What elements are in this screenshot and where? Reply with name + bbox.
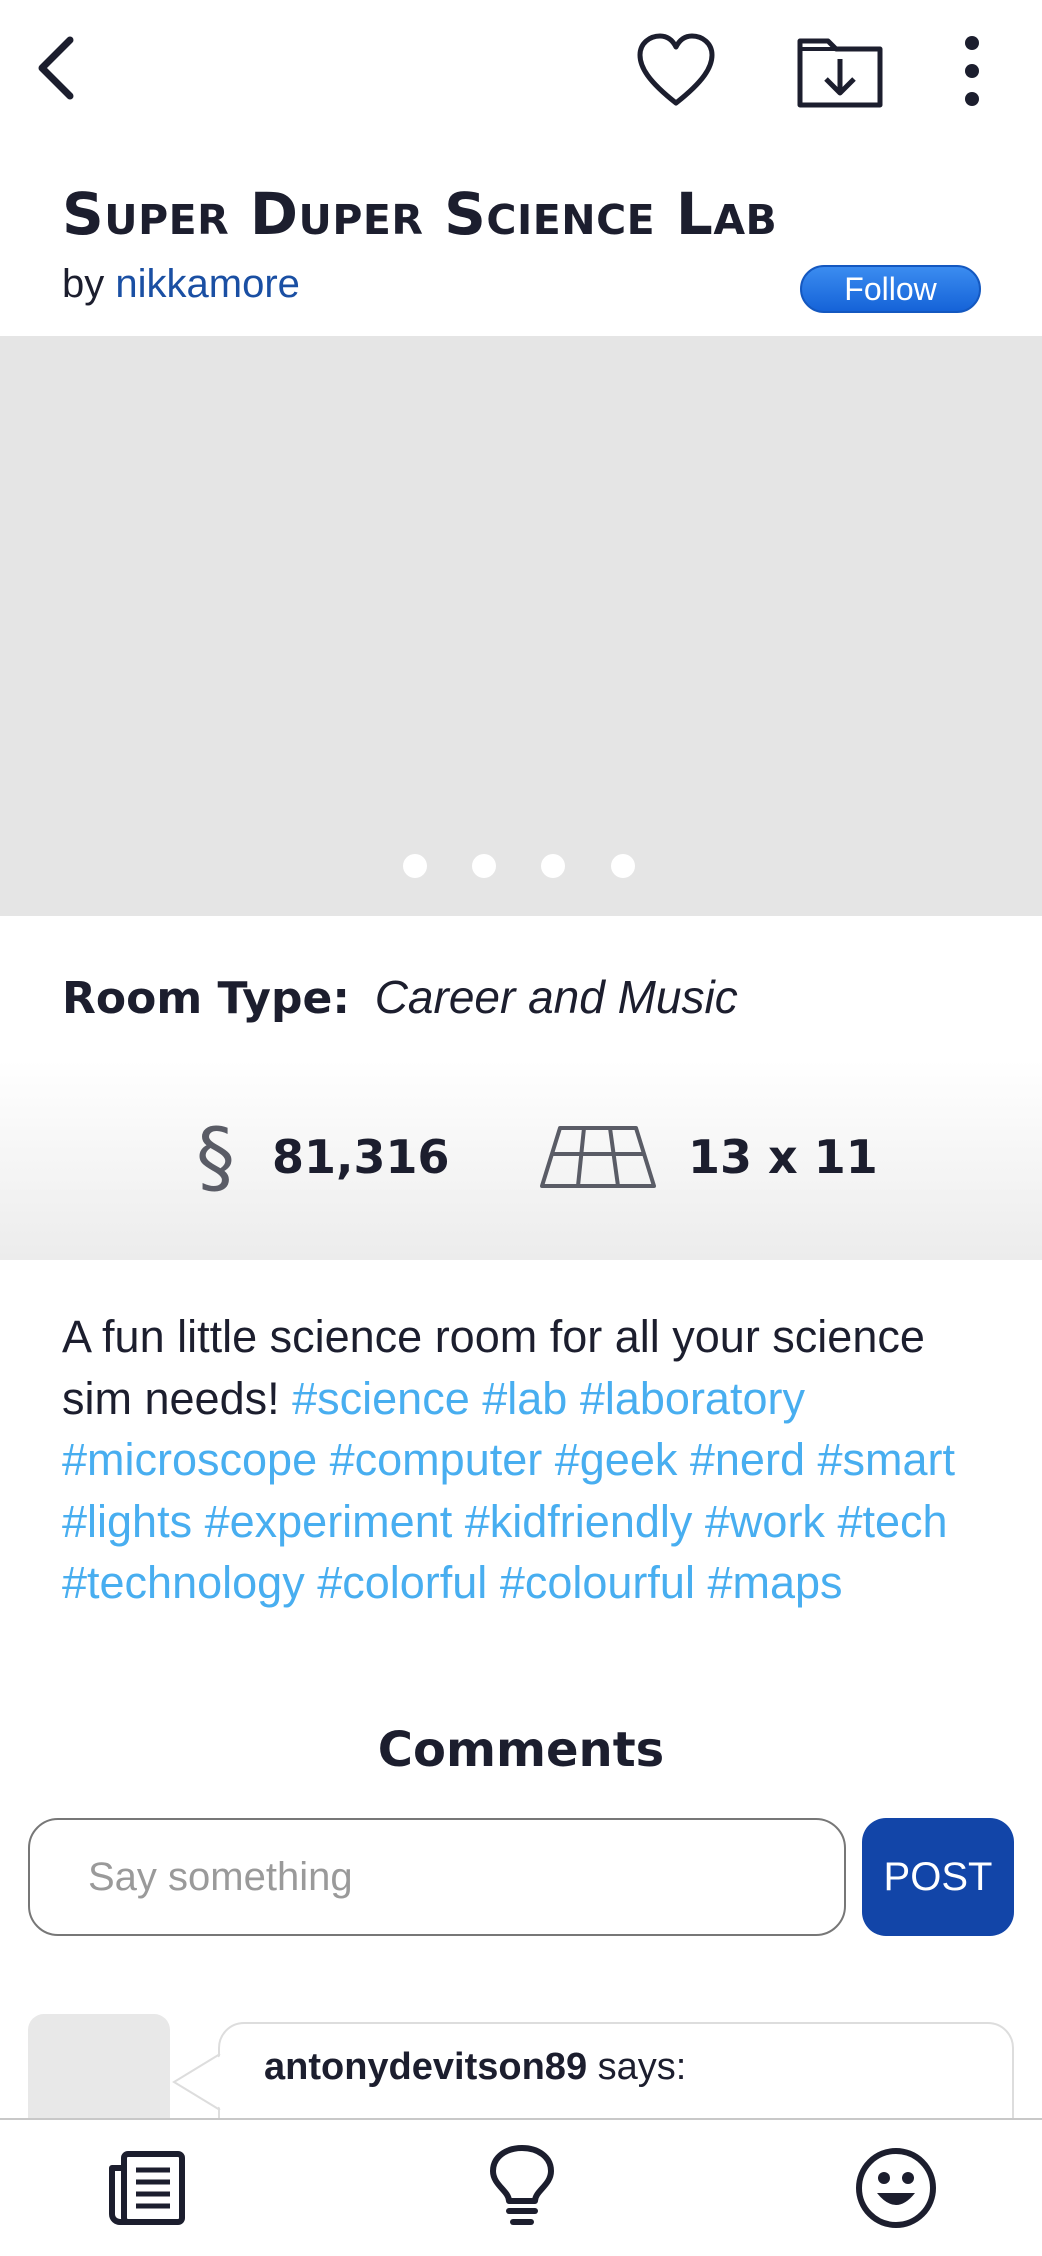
chevron-left-icon xyxy=(38,36,74,100)
description: A fun little science room for all your s… xyxy=(62,1306,1002,1614)
favorite-button[interactable] xyxy=(628,26,724,116)
gallery-page-dot[interactable] xyxy=(541,854,565,878)
follow-button[interactable]: Follow xyxy=(800,265,981,313)
comment-says-label: says: xyxy=(597,2046,687,2088)
hashtag[interactable]: #smart xyxy=(817,1434,955,1485)
room-type: Room Type: Career and Music xyxy=(62,970,738,1024)
more-options-button[interactable] xyxy=(940,26,1004,116)
gallery-page-dot[interactable] xyxy=(472,854,496,878)
room-size: 13 x 11 xyxy=(688,1130,878,1184)
hashtag[interactable]: #colourful xyxy=(500,1557,695,1608)
hashtag[interactable]: #lights xyxy=(62,1496,192,1547)
image-gallery[interactable] xyxy=(0,336,1042,916)
gallery-page-dot[interactable] xyxy=(403,854,427,878)
stats-band xyxy=(0,1060,1042,1260)
post-button[interactable]: POST xyxy=(862,1818,1014,1936)
hashtag[interactable]: #lab xyxy=(482,1373,567,1424)
comment-input[interactable] xyxy=(28,1818,846,1936)
nav-news-button[interactable] xyxy=(100,2142,192,2234)
gallery-page-dot[interactable] xyxy=(611,854,635,878)
hashtag[interactable]: #maps xyxy=(707,1557,842,1608)
comment-bubble-tail xyxy=(172,2052,224,2112)
download-button[interactable] xyxy=(790,26,890,116)
comment-header: antonydevitson89 says: xyxy=(264,2046,686,2089)
heart-icon xyxy=(637,33,715,106)
room-type-label: Room Type: xyxy=(62,973,350,1024)
simoleon-icon: § xyxy=(196,1113,235,1203)
hashtag[interactable]: #science xyxy=(292,1373,470,1424)
hashtag[interactable]: #technology xyxy=(62,1557,305,1608)
grid-size-icon xyxy=(538,1122,658,1192)
back-button[interactable] xyxy=(18,28,98,108)
hashtag[interactable]: #nerd xyxy=(690,1434,805,1485)
news-icon xyxy=(109,2151,185,2225)
download-folder-icon xyxy=(797,38,883,108)
more-vertical-icon xyxy=(965,36,979,106)
by-label: by xyxy=(62,262,105,306)
comments-heading: Comments xyxy=(377,1722,665,1778)
hashtag[interactable]: #work xyxy=(705,1496,825,1547)
listing-title: Super Duper Science Lab xyxy=(62,180,778,248)
room-type-value: Career and Music xyxy=(374,971,738,1023)
author-link[interactable]: nikkamore xyxy=(115,262,300,306)
byline: by nikkamore xyxy=(62,262,300,307)
smiley-icon xyxy=(856,2148,936,2228)
hashtag[interactable]: #microscope xyxy=(62,1434,317,1485)
room-price: 81,316 xyxy=(272,1130,450,1184)
hashtag[interactable]: #geek xyxy=(555,1434,678,1485)
hashtag[interactable]: #colorful xyxy=(317,1557,487,1608)
hashtag[interactable]: #computer xyxy=(330,1434,543,1485)
hashtag[interactable]: #tech xyxy=(837,1496,947,1547)
hashtag[interactable]: #laboratory xyxy=(580,1373,805,1424)
hashtag[interactable]: #kidfriendly xyxy=(465,1496,693,1547)
nav-profile-button[interactable] xyxy=(850,2142,942,2234)
hashtag[interactable]: #experiment xyxy=(205,1496,453,1547)
nav-ideas-button[interactable] xyxy=(476,2142,568,2234)
comment-author[interactable]: antonydevitson89 xyxy=(264,2046,587,2088)
lightbulb-icon xyxy=(490,2145,554,2225)
